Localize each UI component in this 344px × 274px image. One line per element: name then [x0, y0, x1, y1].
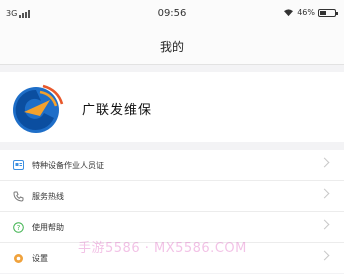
page-title: 我的 [159, 40, 184, 54]
menu-item-hotline[interactable]: 服务热线 [0, 181, 344, 212]
battery-icon [318, 8, 338, 17]
profile-name: 广联发维保 [82, 103, 153, 118]
status-bar: 3G 09:56 46% [0, 0, 344, 30]
menu-item-certificate[interactable]: 特种设备作业人员证 [0, 150, 344, 181]
settings-icon [12, 252, 24, 264]
chevron-right-icon [319, 219, 330, 230]
svg-text:?: ? [16, 224, 20, 232]
chevron-right-icon [319, 188, 330, 199]
menu-item-label: 特种设备作业人员证 [32, 160, 104, 170]
battery-percent: 46% [297, 8, 315, 17]
menu-item-label: 设置 [32, 253, 48, 263]
help-icon: ? [12, 221, 24, 233]
company-logo [13, 84, 64, 133]
profile-card[interactable]: 广联发维保 [0, 72, 344, 142]
status-right: 46% [283, 8, 338, 17]
nav-bar: 我的 [0, 30, 344, 65]
menu-item-label: 服务热线 [32, 191, 64, 201]
phone-icon [12, 190, 24, 202]
menu-item-label: 使用帮助 [32, 222, 64, 232]
wifi-icon [284, 9, 294, 17]
certificate-icon [12, 159, 24, 171]
chevron-right-icon [319, 157, 330, 168]
watermark: 手游5586 · MX5586.COM [78, 241, 247, 256]
chevron-right-icon [319, 250, 330, 261]
